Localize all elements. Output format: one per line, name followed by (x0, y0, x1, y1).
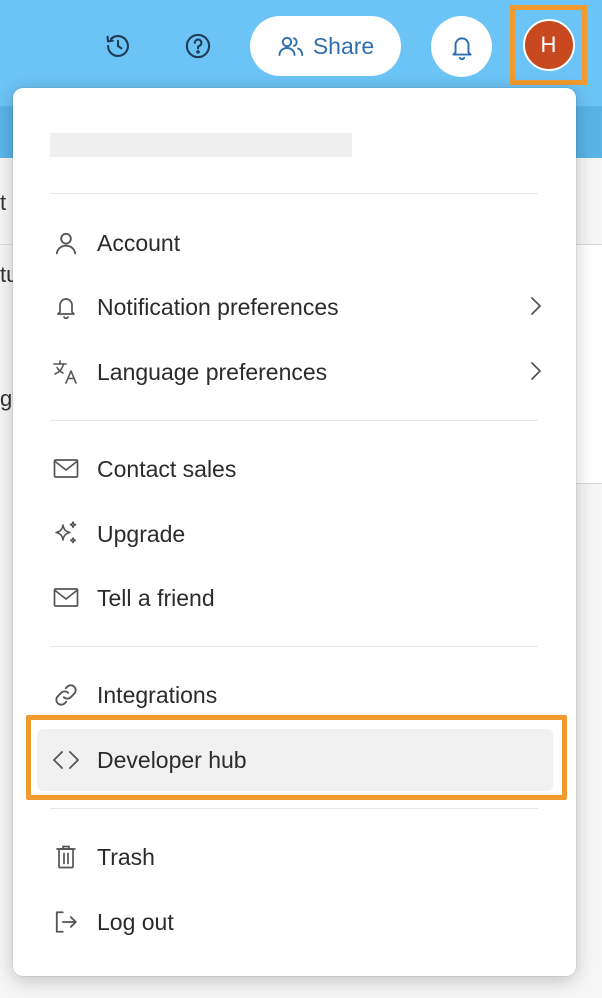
share-button[interactable]: Share (250, 16, 401, 76)
menu-item-label: Trash (97, 843, 155, 870)
menu-item-notification-preferences[interactable]: Notification preferences (37, 278, 553, 336)
background-panel (576, 244, 602, 484)
menu-divider (50, 646, 538, 647)
menu-item-label: Log out (97, 908, 174, 935)
share-label: Share (312, 32, 375, 59)
menu-divider (50, 420, 538, 421)
mail-icon (51, 454, 81, 484)
history-button[interactable] (96, 24, 140, 68)
menu-divider (50, 808, 538, 809)
help-icon (185, 33, 211, 59)
link-icon (51, 680, 81, 710)
history-icon (106, 35, 129, 57)
sparkle-icon (51, 519, 81, 549)
avatar[interactable]: H (522, 19, 575, 71)
bell-icon (51, 292, 81, 322)
notifications-button[interactable] (431, 16, 492, 77)
developer-hub-highlight-frame (26, 715, 567, 800)
people-icon (278, 36, 303, 56)
avatar-initial: H (540, 32, 557, 57)
menu-item-label: Tell a friend (97, 584, 215, 611)
menu-item-contact-sales[interactable]: Contact sales (37, 440, 553, 498)
chevron-right-icon (531, 362, 541, 380)
menu-item-language-preferences[interactable]: Language preferences (37, 343, 553, 401)
user-icon (51, 228, 81, 258)
background-text-fragment: g (0, 386, 13, 411)
translate-icon (51, 357, 81, 387)
background-text-fragment: t (0, 190, 7, 215)
bell-icon (451, 36, 472, 60)
menu-item-tell-a-friend[interactable]: Tell a friend (37, 569, 553, 627)
menu-divider (50, 193, 538, 194)
account-menu: Account Notification preferences Languag… (13, 88, 576, 976)
menu-item-label: Contact sales (97, 455, 237, 482)
menu-item-label: Notification preferences (97, 293, 339, 320)
mail-icon (51, 583, 81, 613)
menu-item-label: Account (97, 229, 181, 256)
help-button[interactable] (176, 24, 220, 68)
menu-item-label: Upgrade (97, 520, 186, 547)
menu-item-log-out[interactable]: Log out (37, 893, 553, 951)
menu-item-label: Language preferences (97, 358, 328, 385)
avatar-highlight-frame: H (510, 5, 587, 85)
redacted-account-email (50, 133, 352, 157)
chevron-right-icon (531, 297, 541, 315)
trash-icon (51, 842, 81, 872)
menu-item-account[interactable]: Account (37, 214, 553, 272)
menu-item-label: Integrations (97, 681, 218, 708)
logout-icon (51, 907, 81, 937)
menu-item-upgrade[interactable]: Upgrade (37, 505, 553, 563)
menu-item-trash[interactable]: Trash (37, 828, 553, 886)
